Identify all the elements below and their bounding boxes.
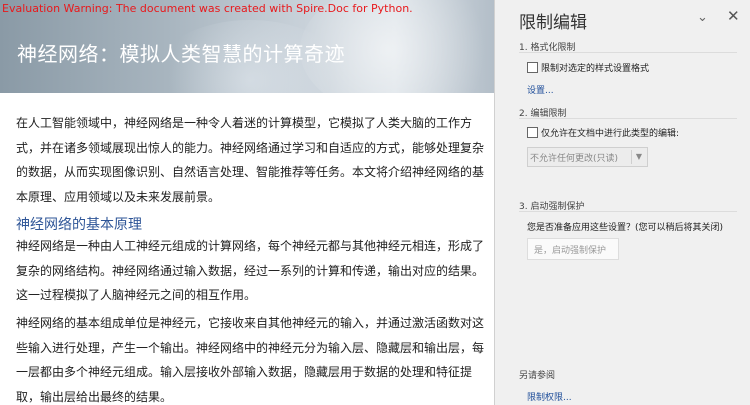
body-paragraph-2[interactable]: 神经网络的基本组成单位是神经元，它接收来自其他神经元的输入，并通过激活函数对这 … xyxy=(16,311,486,405)
restrict-permission-link[interactable]: 限制权限... xyxy=(527,390,572,403)
start-enforcement-button[interactable]: 是，启动强制保护 xyxy=(527,238,619,260)
settings-link[interactable]: 设置... xyxy=(527,83,554,96)
editing-restriction-label[interactable]: 仅允许在文档中进行此类型的编辑: xyxy=(541,126,679,139)
section-heading[interactable]: 神经网络的基本原理 xyxy=(16,214,142,234)
dropdown-value: 不允许任何更改(只读) xyxy=(530,154,619,164)
document-canvas[interactable]: Evaluation Warning: The document was cre… xyxy=(0,0,495,405)
title-banner: Evaluation Warning: The document was cre… xyxy=(0,0,494,93)
text-line: 在人工智能领域中，神经网络是一种令人着迷的计算模型，它模拟了人类大脑的工作方 xyxy=(16,116,473,130)
restrict-editing-pane: 限制编辑 ⌄ ✕ 1. 格式化限制 限制对选定的样式设置格式 设置... 2. … xyxy=(495,0,750,405)
document-title[interactable]: 神经网络：模拟人类智慧的计算奇迹 xyxy=(17,38,345,67)
text-line: 神经网络是一种由人工神经元组成的计算网络，每个神经元都与其他神经元相连，形成了 xyxy=(16,239,485,253)
text-line: 取，输出层给出最终的结果。 xyxy=(16,389,173,404)
enforcement-question: 您是否准备应用这些设置？(您可以稍后将其关闭) xyxy=(527,223,724,233)
formatting-restriction-checkbox[interactable] xyxy=(527,62,538,73)
intro-paragraph[interactable]: 在人工智能领域中，神经网络是一种令人着迷的计算模型，它模拟了人类大脑的工作方 式… xyxy=(16,111,486,209)
editing-type-dropdown[interactable]: 不允许任何更改(只读) ▼ xyxy=(527,147,648,167)
evaluation-warning: Evaluation Warning: The document was cre… xyxy=(2,2,413,15)
text-line: 一层都由多个神经元组成。输入层接收外部输入数据，隐藏层用于数据的处理和特征提 xyxy=(16,365,473,380)
section-divider xyxy=(519,211,737,212)
editing-restriction-checkbox[interactable] xyxy=(527,127,538,138)
close-icon[interactable]: ✕ xyxy=(727,7,740,25)
text-line: 的数据，从而实现图像识别、自然语言处理、智能推荐等任务。本文将介绍神经网络的基 xyxy=(16,165,485,180)
section-divider xyxy=(519,52,737,53)
chevron-down-icon[interactable]: ▼ xyxy=(631,150,646,164)
formatting-restriction-label[interactable]: 限制对选定的样式设置格式 xyxy=(541,61,649,74)
text-line: 本原理、应用领域以及未来发展前景。 xyxy=(16,189,221,204)
text-line: 些输入进行处理，产生一个输出。神经网络中的神经元分为输入层、隐藏层和输出层，每 xyxy=(16,340,485,355)
text-line: 式，并在诸多领域展现出惊人的能力。神经网络通过学习和自适应的方式，能够处理复杂 xyxy=(16,140,485,155)
text-line: 这一过程模拟了人脑神经元之间的相互作用。 xyxy=(16,288,257,303)
chevron-down-icon[interactable]: ⌄ xyxy=(697,10,708,25)
text-line: 复杂的网络结构。神经网络通过输入数据，经过一系列的计算和传递，输出对应的结果。 xyxy=(16,263,485,278)
pane-title: 限制编辑 xyxy=(519,13,587,33)
body-paragraph-1[interactable]: 神经网络是一种由人工神经元组成的计算网络，每个神经元都与其他神经元相连，形成了 … xyxy=(16,234,486,308)
section-divider xyxy=(519,118,737,119)
text-line: 神经网络的基本组成单位是神经元，它接收来自其他神经元的输入，并通过激活函数对这 xyxy=(16,316,485,330)
button-label: 是，启动强制保护 xyxy=(534,246,607,256)
see-also-label: 另请参阅 xyxy=(519,371,556,381)
